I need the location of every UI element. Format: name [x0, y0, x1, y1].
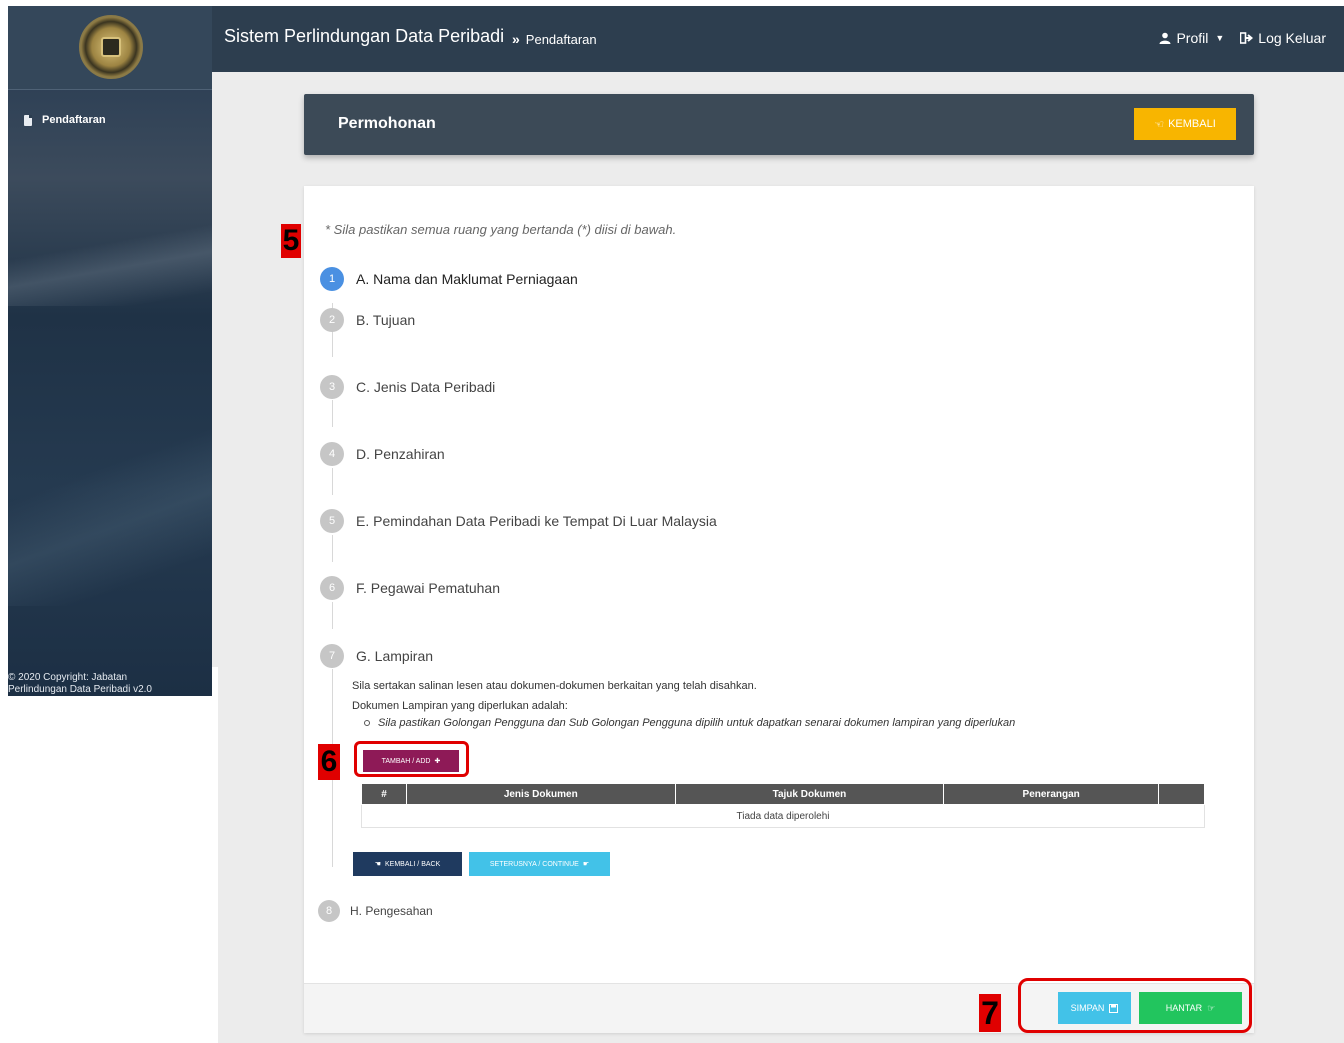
top-header: Sistem Perlindungan Data Peribadi » Pend…: [212, 6, 1344, 72]
back-button-top[interactable]: ☜ KEMBALI: [1134, 108, 1236, 140]
step-e[interactable]: 5 E. Pemindahan Data Peribadi ke Tempat …: [320, 509, 717, 533]
lampiran-instruction: Sila sertakan salinan lesen atau dokumen…: [352, 680, 757, 692]
step-b[interactable]: 2 B. Tujuan: [320, 308, 415, 332]
breadcrumb-current: Pendaftaran: [525, 31, 597, 47]
caret-down-icon: ▼: [1215, 33, 1225, 43]
logout-link[interactable]: Log Keluar: [1240, 30, 1326, 46]
profile-menu[interactable]: Profil ▼: [1159, 30, 1224, 46]
bullet-circle-icon: [364, 720, 370, 726]
documents-table: # Jenis Dokumen Tajuk Dokumen Penerangan…: [361, 783, 1205, 828]
step-c[interactable]: 3 C. Jenis Data Peribadi: [320, 375, 495, 399]
sidebar-item-label: Pendaftaran: [42, 114, 106, 126]
col-header-actions: [1158, 783, 1205, 805]
step-g[interactable]: 7 G. Lampiran: [320, 644, 433, 668]
col-header-index: #: [361, 783, 407, 805]
sidebar-logo-area: [8, 6, 212, 90]
back-hand-icon: ☜: [1154, 118, 1165, 131]
agency-logo[interactable]: [79, 15, 143, 79]
step-a[interactable]: 1 A. Nama dan Maklumat Perniagaan: [320, 267, 578, 291]
step-d[interactable]: 4 D. Penzahiran: [320, 442, 445, 466]
required-note: * Sila pastikan semua ruang yang bertand…: [325, 222, 677, 237]
lampiran-bullet: Sila pastikan Golongan Pengguna dan Sub …: [364, 717, 1015, 729]
app-title: Sistem Perlindungan Data Peribadi: [224, 26, 505, 46]
continue-step-button[interactable]: SETERUSNYA / CONTINUE ☛: [469, 852, 610, 876]
sidebar: Pendaftaran © 2020 Copyright: Jabatan Pe…: [8, 6, 212, 696]
sign-out-icon: [1240, 32, 1254, 44]
annotation-box-7: [1018, 978, 1252, 1033]
back-hand-icon: ☚: [374, 861, 382, 868]
page-title-bar: Permohonan ☜ KEMBALI: [304, 94, 1254, 155]
double-chevron-right-icon: »: [512, 31, 520, 47]
annotation-box-6: [354, 741, 469, 777]
table-row: Tiada data diperolehi: [361, 804, 1205, 828]
forward-hand-icon: ☛: [582, 861, 590, 868]
col-header-tajuk: Tajuk Dokumen: [674, 783, 945, 805]
step-f[interactable]: 6 F. Pegawai Pematuhan: [320, 576, 500, 600]
back-step-button[interactable]: ☚ KEMBALI / BACK: [353, 852, 462, 876]
breadcrumb: » Pendaftaran: [512, 31, 597, 47]
annotation-marker-6: 6: [318, 744, 340, 780]
copyright: © 2020 Copyright: Jabatan Perlindungan D…: [8, 672, 152, 695]
form-card: * Sila pastikan semua ruang yang bertand…: [304, 186, 1254, 1033]
col-header-penerangan: Penerangan: [943, 783, 1160, 805]
user-icon: [1159, 32, 1171, 44]
lampiran-required-docs: Dokumen Lampiran yang diperlukan adalah:: [352, 700, 568, 712]
col-header-jenis: Jenis Dokumen: [405, 783, 676, 805]
sidebar-item-pendaftaran[interactable]: Pendaftaran: [24, 114, 106, 126]
annotation-marker-5: 5: [281, 224, 301, 258]
empty-table-message: Tiada data diperolehi: [361, 804, 1205, 828]
step-h[interactable]: 8 H. Pengesahan: [318, 900, 433, 922]
document-icon: [24, 114, 32, 126]
page-title: Permohonan: [338, 115, 436, 132]
annotation-marker-7: 7: [979, 994, 1001, 1032]
